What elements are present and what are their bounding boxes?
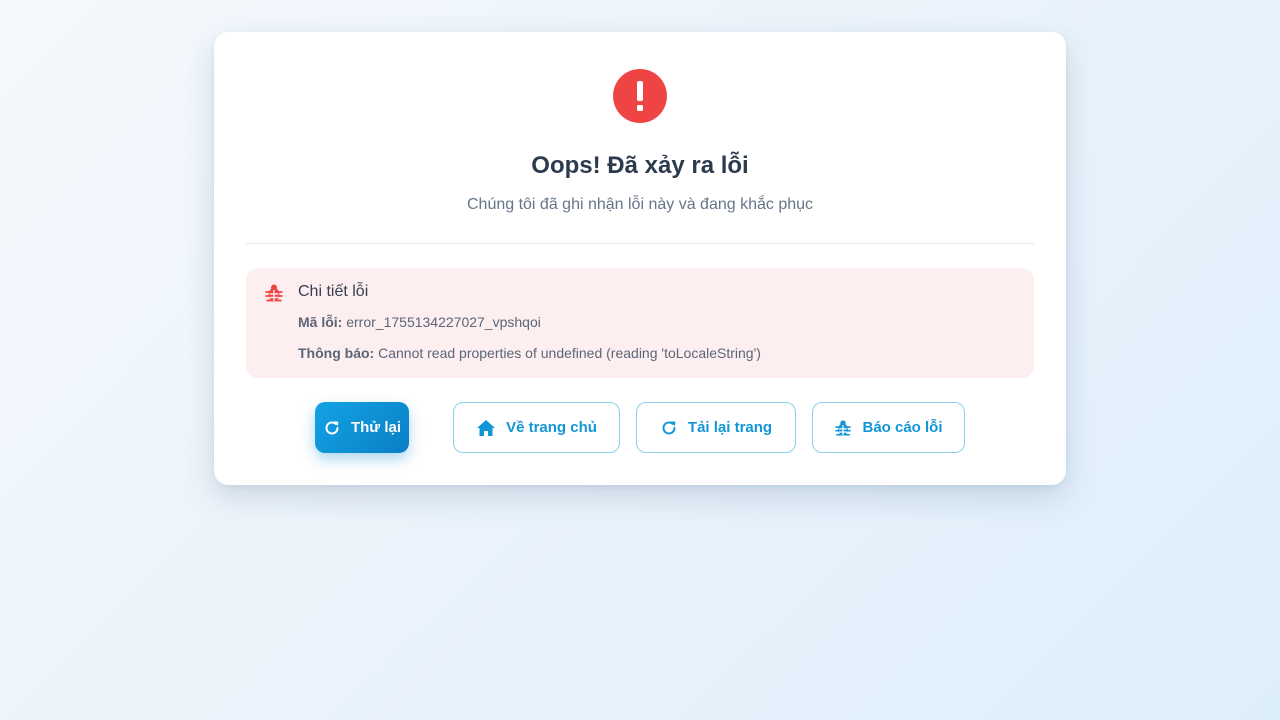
bug-icon [835, 419, 852, 436]
error-message-label: Thông báo: [298, 345, 375, 361]
home-button[interactable]: Về trang chủ [453, 402, 620, 453]
report-label: Báo cáo lỗi [862, 419, 943, 436]
home-icon [477, 419, 496, 436]
error-code-line: Mã lỗi: error_1755134227027_vpshqoi [298, 314, 541, 330]
error-title: Oops! Đã xảy ra lỗi [531, 152, 749, 179]
reload-label: Tải lại trang [687, 419, 773, 436]
error-card: Oops! Đã xảy ra lỗi Chúng tôi đã ghi nhậ… [214, 32, 1066, 485]
refresh-icon [662, 420, 676, 434]
error-icon [613, 69, 667, 123]
error-details-heading: Chi tiết lỗi [298, 283, 369, 300]
retry-label: Thử lại [350, 419, 402, 436]
refresh-icon [325, 420, 339, 434]
error-subtitle: Chúng tôi đã ghi nhận lỗi này và đang kh… [466, 196, 814, 213]
error-details-panel: Chi tiết lỗi Mã lỗi: error_1755134227027… [246, 268, 1034, 378]
error-code-value: error_1755134227027_vpshqoi [346, 314, 541, 330]
bug-icon [264, 283, 284, 308]
home-label: Về trang chủ [506, 419, 597, 436]
error-message-value: Cannot read properties of undefined (rea… [378, 345, 761, 361]
report-error-button[interactable]: Báo cáo lỗi [812, 402, 965, 453]
error-message-line: Thông báo: Cannot read properties of und… [298, 345, 761, 361]
error-code-label: Mã lỗi: [298, 314, 343, 330]
divider [246, 243, 1034, 244]
retry-button[interactable]: Thử lại [315, 402, 409, 453]
reload-page-button[interactable]: Tải lại trang [636, 402, 796, 453]
